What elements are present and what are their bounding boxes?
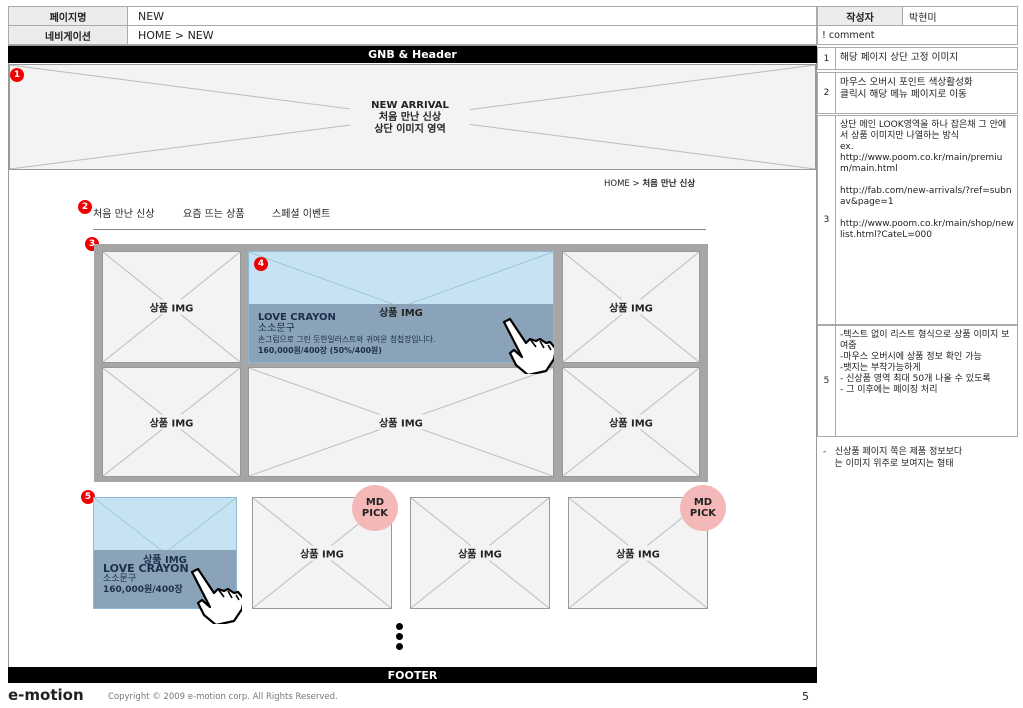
pointer-hand-icon — [190, 567, 242, 624]
product-img-label: 상품 IMG — [138, 414, 205, 430]
tab-special-event[interactable]: 스페셜 이벤트 — [272, 205, 330, 220]
comment-text: 해당 페이지 상단 고정 이미지 — [840, 52, 959, 63]
grid-product-4[interactable]: 상품 IMG — [102, 367, 241, 477]
hero-title: NEW ARRIVAL — [371, 100, 449, 111]
badge-4: 4 — [254, 257, 268, 271]
comment-row-2: 2 마우스 오버시 포인트 색상활성화 클릭시 해당 메뉴 페이지로 이동 — [817, 72, 1018, 114]
product-img-label: 상품 IMG — [598, 299, 664, 315]
comment-text: 마우스 오버시 포인트 색상활성화 클릭시 해당 메뉴 페이지로 이동 — [840, 77, 973, 100]
comment-note: - 신상품 페이지 쪽은 제품 정보보다 는 이미지 위주로 보여지는 형태 — [823, 447, 963, 469]
product-img-label: 상품 IMG — [138, 299, 205, 315]
comment-row-1: 1 해당 페이지 상단 고정 이미지 — [817, 47, 1018, 70]
tab-divider — [93, 229, 706, 230]
list-hover-price: 160,000원/400장 — [103, 585, 183, 595]
page-name-value: NEW — [127, 6, 817, 26]
comment-num: 1 — [818, 48, 836, 69]
grid-product-6[interactable]: 상품 IMG — [562, 367, 700, 477]
author-value: 박현미 — [902, 6, 1018, 26]
breadcrumb-home[interactable]: HOME — [604, 179, 630, 189]
hero-desc: 상단 이미지 영역 — [374, 124, 446, 135]
hover-category: 소소문구 — [258, 323, 295, 334]
nav-label: 네비게이션 — [8, 25, 128, 45]
gnb-header-bar: GNB & Header — [8, 46, 817, 63]
md-pick-badge: MD PICK — [680, 485, 726, 531]
breadcrumb: HOME > 처음 만난 신상 — [604, 179, 696, 189]
list-hover-brand: LOVE CRAYON — [103, 562, 189, 575]
list-product-3[interactable]: 상품 IMG — [410, 497, 550, 609]
comment-row-5: 5 -텍스트 없이 리스트 형식으로 상품 이미지 보여줌 -마우스 오버시에 … — [817, 325, 1018, 437]
hover-desc: 손그림으로 그린 듯한일러스트와 귀여운 청첩장입니다. — [258, 335, 436, 344]
more-dots-icon[interactable] — [396, 623, 404, 650]
badge-2: 2 — [78, 200, 92, 214]
grid-product-3[interactable]: 상품 IMG — [562, 251, 700, 363]
hover-brand: LOVE CRAYON — [258, 312, 336, 323]
comment-text: -텍스트 없이 리스트 형식으로 상품 이미지 보여줌 -마우스 오버시에 상품… — [840, 330, 1010, 395]
product-img-label: 상품 IMG — [288, 545, 356, 561]
product-img-label: 상품 IMG — [598, 414, 664, 430]
comment-title: ! comment — [817, 25, 1018, 45]
product-img-label: 상품 IMG — [364, 414, 438, 430]
product-img-label: 상품 IMG — [446, 545, 514, 561]
copyright: Copyright © 2009 e-motion corp. All Righ… — [108, 692, 338, 702]
badge-1: 1 — [10, 68, 24, 82]
comment-num: 3 — [818, 116, 836, 324]
author-label: 작성자 — [817, 6, 903, 26]
grid-product-1[interactable]: 상품 IMG — [102, 251, 241, 363]
comment-text: 상단 메인 LOOK영역을 하나 잡은채 그 안에서 상품 이미지만 나열하는 … — [840, 120, 1014, 240]
list-hover-category: 소소문구 — [103, 574, 137, 584]
comment-num: 2 — [818, 73, 836, 113]
pointer-hand-icon — [502, 317, 554, 374]
breadcrumb-current: 처음 만난 신상 — [642, 179, 696, 189]
footer-bar: FOOTER — [8, 667, 817, 683]
tab-trending[interactable]: 요즘 뜨는 상품 — [183, 205, 245, 220]
comment-row-3: 3 상단 메인 LOOK영역을 하나 잡은채 그 안에서 상품 이미지만 나열하… — [817, 115, 1018, 325]
nav-value: HOME > NEW — [127, 25, 817, 45]
page-number: 5 — [802, 690, 809, 703]
md-pick-badge: MD PICK — [352, 485, 398, 531]
hover-price: 160,000원/400장 (50%/400원) — [258, 346, 382, 355]
emotion-logo: e-motion — [8, 686, 84, 704]
comment-num: 5 — [818, 326, 836, 436]
hero-subtitle: 처음 만난 신상 — [378, 112, 442, 123]
product-img-label: 상품 IMG — [604, 545, 672, 561]
hero-image-area: NEW ARRIVAL 처음 만난 신상 상단 이미지 영역 — [9, 64, 816, 170]
page-name-label: 페이지명 — [8, 6, 128, 26]
grid-product-5[interactable]: 상품 IMG — [248, 367, 554, 477]
tab-new-arrival[interactable]: 처음 만난 신상 — [93, 205, 155, 220]
